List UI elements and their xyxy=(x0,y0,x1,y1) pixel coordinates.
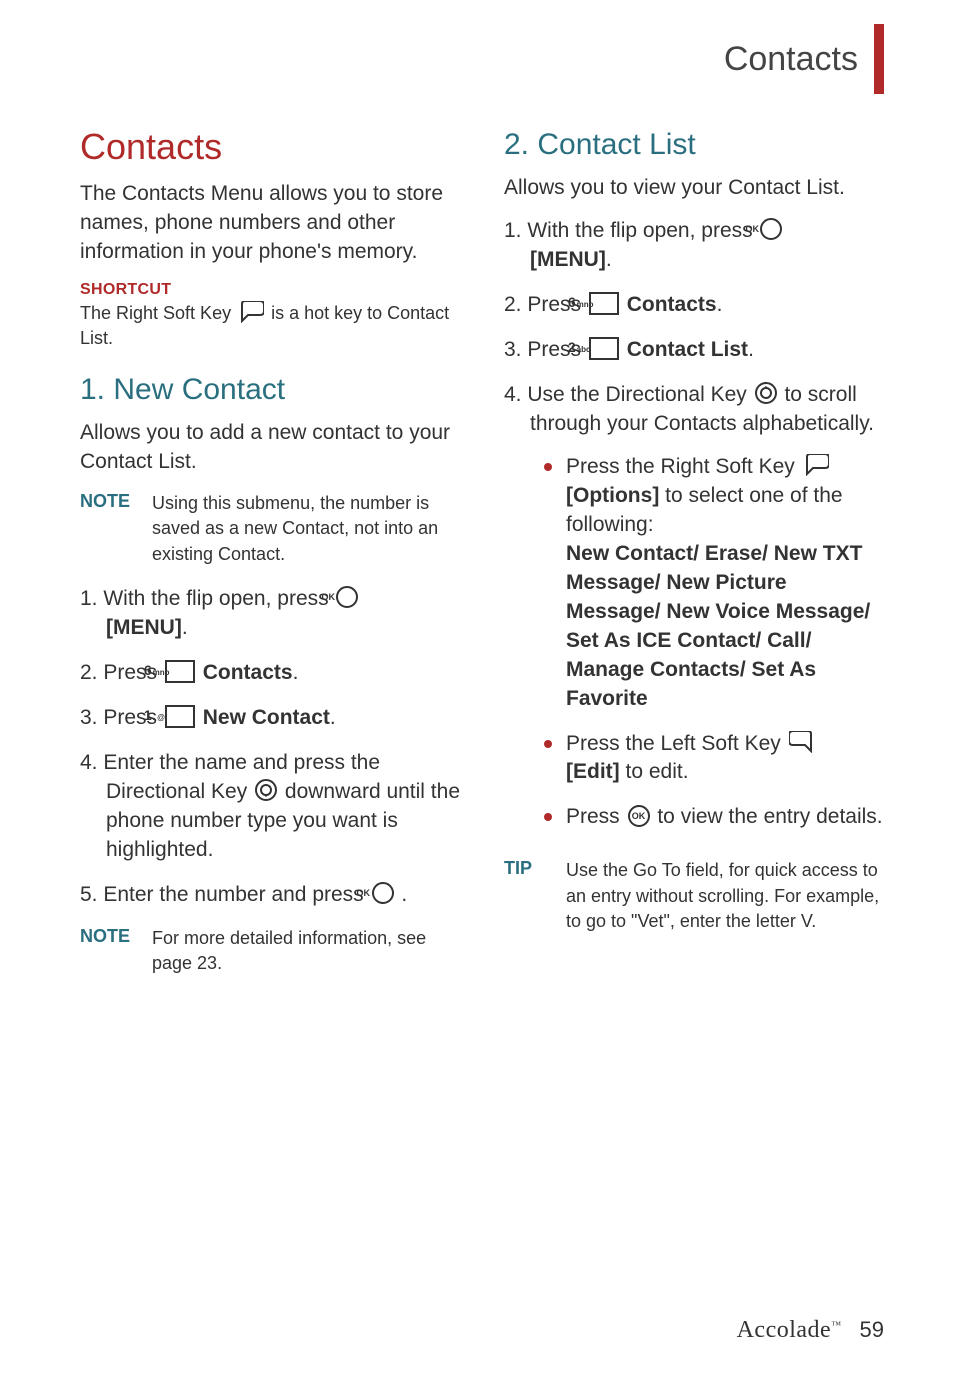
shortcut-text: The Right Soft Key is a hot key to Conta… xyxy=(80,301,460,351)
step-2: 2. Press 6mno Contacts. xyxy=(504,291,884,320)
note-label: NOTE xyxy=(80,926,140,947)
step-text: 5. Enter the number and press xyxy=(80,883,370,906)
bullet-post: to edit. xyxy=(620,760,689,783)
step-bold: Contacts xyxy=(203,661,293,684)
contact-list-steps: 1. With the flip open, press OK [MENU]. … xyxy=(504,217,884,832)
bullet-view: Press OK to view the entry details. xyxy=(540,803,884,832)
tip-block: TIP Use the Go To field, for quick acces… xyxy=(504,858,884,934)
tip-text: Use the Go To field, for quick access to… xyxy=(566,858,884,934)
new-contact-intro: Allows you to add a new contact to your … xyxy=(80,419,460,477)
left-soft-key-icon xyxy=(789,731,815,753)
key-main: 6 xyxy=(144,662,152,678)
right-soft-key-icon xyxy=(803,454,829,476)
step-bold: New Contact xyxy=(203,706,330,729)
step-bold: [MENU] xyxy=(106,616,182,639)
contact-list-heading: 2. Contact List xyxy=(504,128,884,162)
key-6-icon: 6mno xyxy=(589,292,619,315)
step-3: 3. Press 2abc Contact List. xyxy=(504,336,884,365)
shortcut-pre: The Right Soft Key xyxy=(80,303,236,323)
note-label: NOTE xyxy=(80,491,140,512)
step-1: 1. With the flip open, press OK [MENU]. xyxy=(80,585,460,643)
step-bold: Contact List xyxy=(627,338,748,361)
step-5: 5. Enter the number and press OK . xyxy=(80,881,460,910)
step-bold: [MENU] xyxy=(530,248,606,271)
step-post: . xyxy=(396,883,408,906)
note-2: NOTE For more detailed information, see … xyxy=(80,926,460,976)
new-contact-heading: 1. New Contact xyxy=(80,373,460,407)
left-column: Contacts The Contacts Menu allows you to… xyxy=(80,126,460,994)
step-text: 1. With the flip open, press xyxy=(504,219,758,242)
trademark: ™ xyxy=(831,1320,841,1331)
shortcut-block: SHORTCUT The Right Soft Key is a hot key… xyxy=(80,281,460,351)
page-number: 59 xyxy=(860,1317,884,1343)
step-text: 1. With the flip open, press xyxy=(80,587,334,610)
contacts-heading: Contacts xyxy=(80,126,460,168)
bullet-bold: [Edit] xyxy=(566,760,620,783)
header-bar: Contacts xyxy=(80,40,884,94)
bullet-text: Press the Left Soft Key xyxy=(566,732,787,755)
step-4: 4. Enter the name and press the Directio… xyxy=(80,749,460,865)
step-4: 4. Use the Directional Key to scroll thr… xyxy=(504,381,884,833)
bullet-bold-list: New Contact/ Erase/ New TXT Message/ New… xyxy=(566,542,870,710)
note-text: For more detailed information, see page … xyxy=(152,926,460,976)
directional-key-down-icon xyxy=(255,779,277,801)
step-2: 2. Press 6mno Contacts. xyxy=(80,659,460,688)
step-post: . xyxy=(182,616,188,639)
tip-label: TIP xyxy=(504,858,554,879)
key-main: 6 xyxy=(568,294,576,310)
bullet-text: Press xyxy=(566,805,626,828)
columns: Contacts The Contacts Menu allows you to… xyxy=(80,126,884,994)
contact-list-intro: Allows you to view your Contact List. xyxy=(504,174,884,203)
footer: Accolade™ 59 xyxy=(737,1317,884,1344)
right-column: 2. Contact List Allows you to view your … xyxy=(504,126,884,994)
bullet-edit: Press the Left Soft Key [Edit] to edit. xyxy=(540,730,884,788)
step-3: 3. Press 1. @ New Contact. xyxy=(80,704,460,733)
step-post: . xyxy=(293,661,299,684)
directional-key-icon xyxy=(755,382,777,404)
step-post: . xyxy=(606,248,612,271)
bullet-bold: [Options] xyxy=(566,484,659,507)
key-sub: mno xyxy=(577,300,594,309)
key-main: 1 xyxy=(144,707,152,723)
key-1-icon: 1. @ xyxy=(165,705,195,728)
step-post: . xyxy=(717,293,723,316)
step-text: 4. Use the Directional Key xyxy=(504,383,753,406)
ok-key-icon: OK xyxy=(628,805,650,827)
key-sub: abc xyxy=(577,345,591,354)
key-sub: mno xyxy=(153,668,170,677)
new-contact-steps: 1. With the flip open, press OK [MENU]. … xyxy=(80,585,460,910)
note-1: NOTE Using this submenu, the number is s… xyxy=(80,491,460,567)
ok-key-icon: OK xyxy=(336,586,358,608)
brand-text: Accolade xyxy=(737,1317,832,1343)
bullet-text: Press the Right Soft Key xyxy=(566,455,801,478)
options-bullets: Press the Right Soft Key [Options] to se… xyxy=(530,453,884,833)
key-6-icon: 6mno xyxy=(165,660,195,683)
bullet-post: to view the entry details. xyxy=(652,805,883,828)
brand-name: Accolade™ xyxy=(737,1317,842,1344)
right-soft-key-icon xyxy=(238,301,264,323)
step-bold: Contacts xyxy=(627,293,717,316)
contacts-intro: The Contacts Menu allows you to store na… xyxy=(80,180,460,267)
note-text: Using this submenu, the number is saved … xyxy=(152,491,460,567)
key-main: 2 xyxy=(568,339,576,355)
page: Contacts Contacts The Contacts Menu allo… xyxy=(0,0,954,1374)
step-1: 1. With the flip open, press OK [MENU]. xyxy=(504,217,884,275)
page-title: Contacts xyxy=(724,40,868,79)
accent-bar xyxy=(874,24,884,94)
ok-key-icon: OK xyxy=(760,218,782,240)
ok-key-icon: OK xyxy=(372,882,394,904)
key-2-icon: 2abc xyxy=(589,337,619,360)
shortcut-label: SHORTCUT xyxy=(80,281,460,299)
step-post: . xyxy=(748,338,754,361)
step-post: . xyxy=(330,706,336,729)
bullet-options: Press the Right Soft Key [Options] to se… xyxy=(540,453,884,714)
